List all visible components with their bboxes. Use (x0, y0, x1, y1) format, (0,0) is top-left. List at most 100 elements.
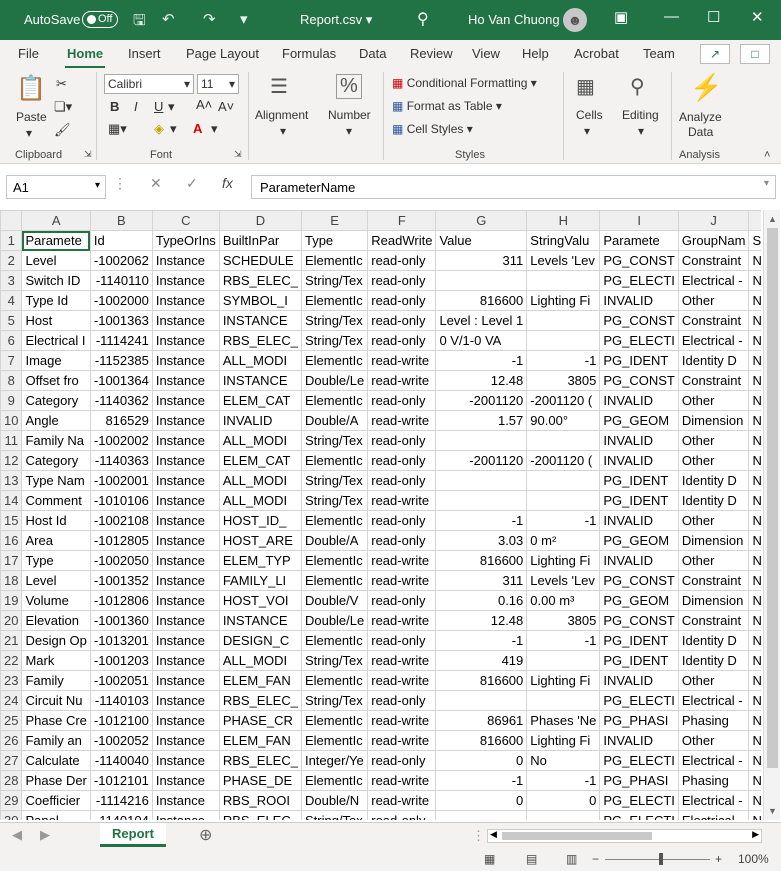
row-header[interactable]: 4 (0, 290, 23, 311)
cell[interactable]: Other (677, 450, 750, 471)
analyze-data-icon[interactable]: ⚡ (690, 72, 722, 103)
cells-dropdown-icon[interactable]: ▾ (584, 124, 590, 138)
cell[interactable]: Electrical - (677, 750, 750, 771)
cell[interactable]: Non-shared (748, 770, 761, 791)
cell[interactable]: INVALID (599, 730, 679, 751)
cell[interactable]: Other (677, 510, 750, 531)
cell[interactable]: Electrical I (21, 330, 91, 351)
number-icon[interactable]: % (336, 74, 362, 99)
column-header[interactable]: D (218, 210, 302, 231)
cell[interactable]: Family Na (21, 430, 91, 451)
cell[interactable]: Design Op (21, 630, 91, 651)
row-header[interactable]: 22 (0, 650, 23, 671)
cell[interactable]: ALL_MODI (218, 350, 302, 371)
row-header[interactable]: 19 (0, 590, 23, 611)
row-header[interactable]: 27 (0, 750, 23, 771)
cell[interactable]: Dimension (677, 590, 750, 611)
cell[interactable]: read-only (367, 330, 437, 351)
cell[interactable] (526, 490, 601, 511)
cell[interactable]: Elevation (21, 610, 91, 631)
cell[interactable]: read-write (367, 770, 437, 791)
row-header[interactable]: 9 (0, 390, 23, 411)
cell[interactable]: Level : Level 1 (435, 310, 528, 331)
zoom-level[interactable]: 100% (738, 852, 769, 866)
cell[interactable]: String/Tex (300, 430, 369, 451)
cell[interactable]: Non-shared (748, 610, 761, 631)
cell[interactable] (526, 690, 601, 711)
number-button[interactable]: Number (328, 108, 371, 122)
cell[interactable]: String/Tex (300, 270, 369, 291)
cell[interactable]: Identity D (677, 470, 750, 491)
cell[interactable]: String/Tex (300, 330, 369, 351)
font-color-dropdown-icon[interactable]: ▾ (211, 121, 218, 137)
format-as-table-button[interactable]: ▦ Format as Table ▾ (392, 99, 502, 113)
row-header[interactable]: 15 (0, 510, 23, 531)
cell[interactable]: -1002002 (89, 430, 153, 451)
cell[interactable]: Non-shared (748, 730, 761, 751)
cell[interactable]: Family (21, 670, 91, 691)
cell[interactable]: 86961 (435, 710, 528, 731)
customize-qat-icon[interactable]: ▾ (240, 10, 248, 28)
cell[interactable]: -1002001 (89, 470, 153, 491)
cells-button[interactable]: Cells (576, 108, 603, 122)
cell[interactable]: -1012100 (89, 710, 153, 731)
cell[interactable]: -1140363 (89, 450, 153, 471)
cell[interactable]: 12.48 (435, 610, 528, 631)
cell[interactable] (526, 470, 601, 491)
redo-icon[interactable]: ↷ (203, 10, 216, 28)
cell[interactable]: read-only (367, 390, 437, 411)
cell[interactable]: 0.16 (435, 590, 528, 611)
cell[interactable]: Non-shared (748, 670, 761, 691)
cell[interactable]: Instance (151, 490, 220, 511)
tab-page-layout[interactable]: Page Layout (186, 46, 259, 61)
underline-dropdown-icon[interactable]: ▾ (168, 99, 175, 115)
cell[interactable]: -1 (526, 510, 601, 531)
cell[interactable]: read-only (367, 250, 437, 271)
cell[interactable]: Non-shared (748, 370, 761, 391)
cell[interactable]: ElementIc (300, 670, 369, 691)
cell[interactable] (435, 270, 528, 291)
cell[interactable]: Coefficier (21, 790, 91, 811)
cell[interactable]: Instance (151, 330, 220, 351)
cell[interactable]: 3.03 (435, 530, 528, 551)
cell[interactable]: PHASE_DE (218, 770, 302, 791)
cell[interactable]: Non-shared (748, 410, 761, 431)
cell[interactable]: -1140040 (89, 750, 153, 771)
cell[interactable]: Instance (151, 690, 220, 711)
cell[interactable]: Type (21, 550, 91, 571)
cell[interactable]: -1 (435, 350, 528, 371)
cell[interactable]: Area (21, 530, 91, 551)
cell[interactable]: INVALID (599, 290, 679, 311)
editing-icon[interactable]: ⚲ (630, 74, 645, 99)
cell[interactable]: Integer/Ye (300, 750, 369, 771)
row-header[interactable]: 17 (0, 550, 23, 571)
cell[interactable]: Instance (151, 310, 220, 331)
cell[interactable]: -1140362 (89, 390, 153, 411)
cell[interactable]: PG_ELECTI (599, 270, 679, 291)
cell[interactable]: -1002052 (89, 730, 153, 751)
paste-button[interactable]: Paste (16, 110, 47, 124)
prev-sheet-icon[interactable]: ◀ (12, 827, 22, 843)
cell[interactable]: -1140110 (89, 270, 153, 291)
cell[interactable]: Non-shared (748, 470, 761, 491)
font-launcher-icon[interactable]: ⇲ (234, 149, 242, 160)
cell[interactable]: 816529 (89, 410, 153, 431)
tab-acrobat[interactable]: Acrobat (574, 46, 619, 61)
cell[interactable]: Instance (151, 770, 220, 791)
cell[interactable]: -1012806 (89, 590, 153, 611)
cell[interactable]: Non-shared (748, 530, 761, 551)
cell[interactable]: Constraint (677, 610, 750, 631)
next-sheet-icon[interactable]: ▶ (40, 827, 50, 843)
cell[interactable]: Instance (151, 250, 220, 271)
cell[interactable]: ALL_MODI (218, 490, 302, 511)
column-header[interactable]: J (677, 210, 750, 231)
cell[interactable]: SYMBOL_I (218, 290, 302, 311)
cell[interactable]: -1002108 (89, 510, 153, 531)
formula-input[interactable]: ParameterName (251, 175, 776, 199)
page-layout-view-icon[interactable]: ▤ (526, 852, 537, 866)
cell[interactable]: Host Id (21, 510, 91, 531)
cell[interactable] (526, 810, 601, 820)
cell[interactable]: 816600 (435, 670, 528, 691)
cell[interactable] (526, 430, 601, 451)
cell[interactable]: String/Tex (300, 690, 369, 711)
